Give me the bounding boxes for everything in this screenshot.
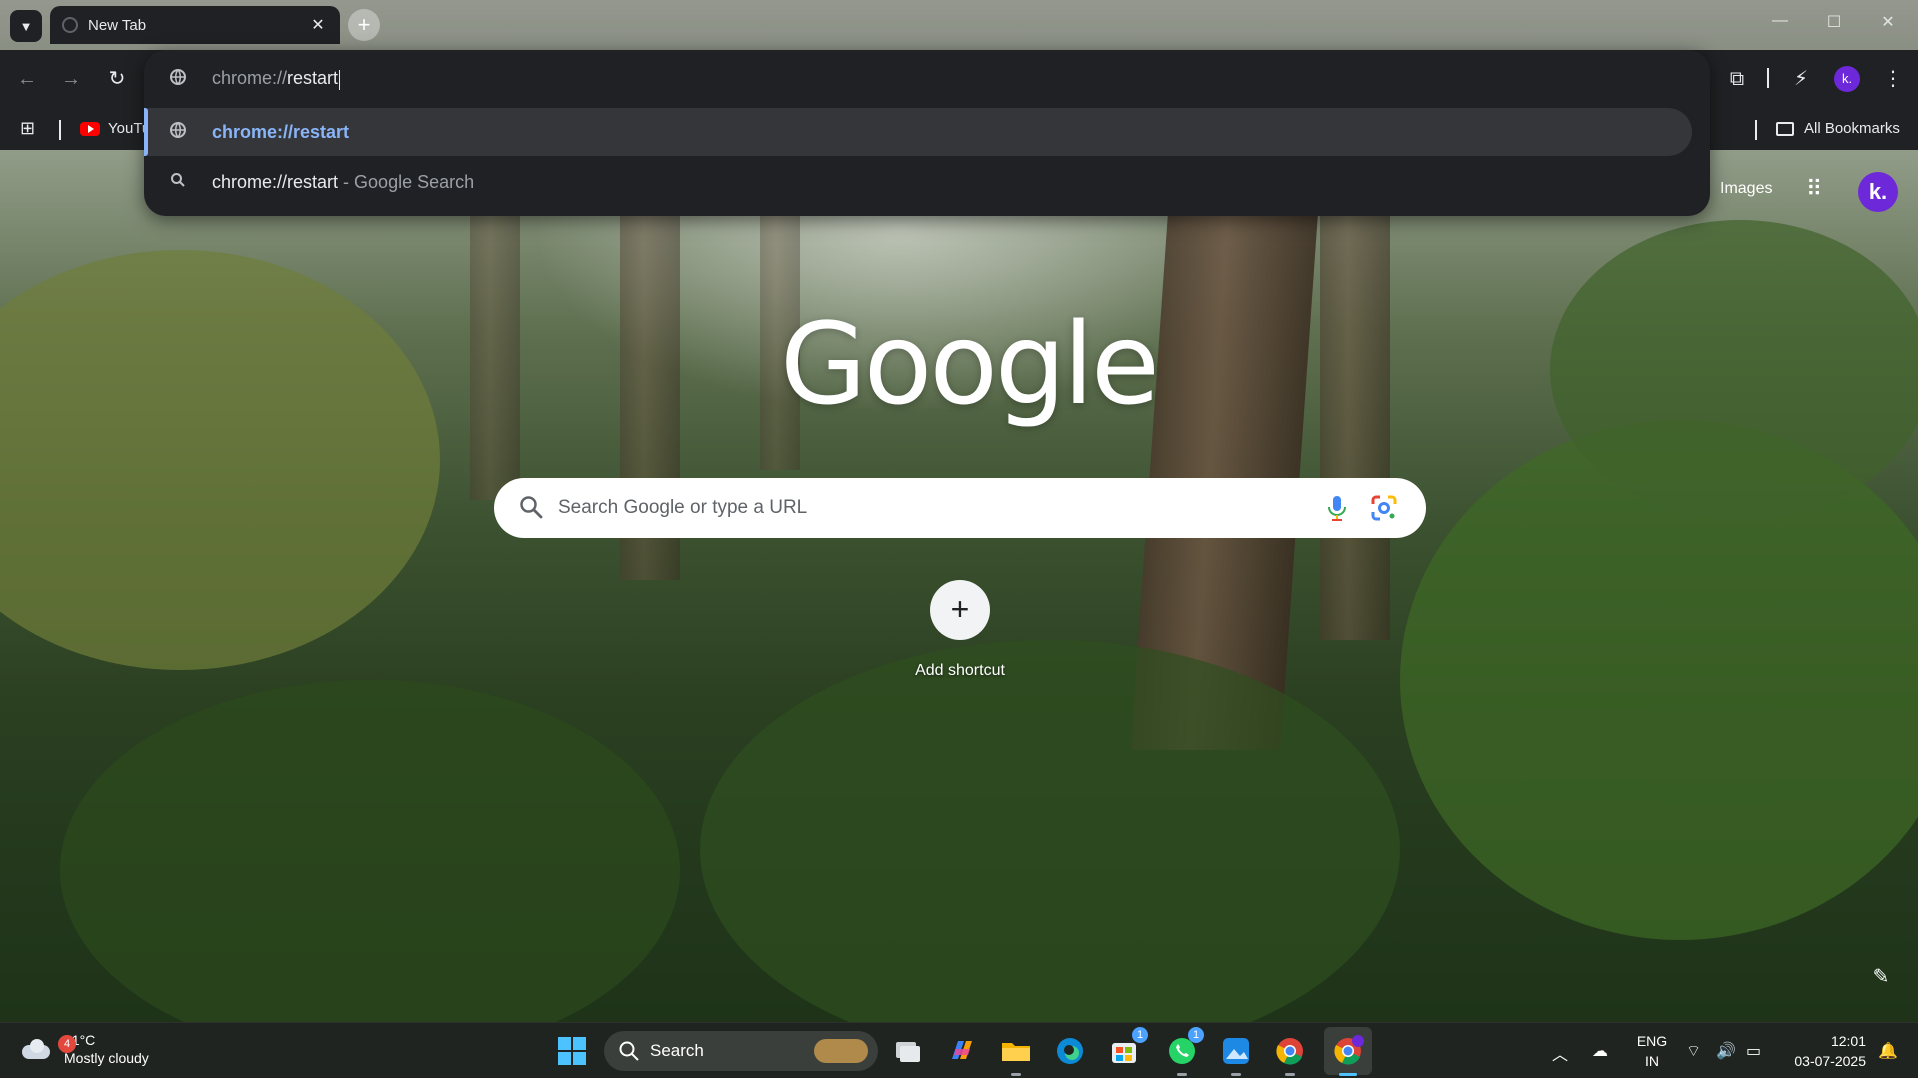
maximize-button[interactable]: ☐ (1822, 12, 1846, 32)
folder-icon (1776, 121, 1794, 136)
search-input[interactable] (558, 490, 1258, 526)
new-tab-button[interactable]: + (348, 9, 380, 41)
tab-favicon-icon (62, 17, 78, 33)
google-logo: Google (780, 300, 1160, 430)
all-bookmarks-button[interactable]: All Bookmarks (1776, 120, 1900, 137)
performance-icon[interactable]: ⚡ (1786, 64, 1816, 94)
language-indicator[interactable]: ENG IN (1634, 1031, 1670, 1071)
google-apps-icon[interactable]: ⠿ (1806, 176, 1822, 202)
suggestion-search[interactable]: chrome://restart - Google Search (144, 158, 1692, 206)
tab-title: New Tab (88, 16, 147, 34)
apps-grid-icon[interactable]: ⊞ (20, 118, 42, 140)
title-bar: ▼ New Tab ✕ + — ☐ ✕ (0, 0, 1918, 50)
bookmarks-divider-right (1755, 120, 1757, 140)
search-icon (166, 172, 190, 193)
text-caret (339, 69, 341, 90)
suggestion-url[interactable]: chrome://restart (144, 108, 1692, 156)
weather-badge: 4 (58, 1035, 76, 1053)
chrome-icon[interactable] (1272, 1033, 1308, 1069)
weather-condition: Mostly cloudy (64, 1050, 149, 1066)
suggestion-url-text: chrome://restart (212, 121, 350, 142)
edge-icon[interactable] (1052, 1033, 1088, 1069)
language-region: IN (1645, 1053, 1659, 1069)
bookmarks-divider (59, 120, 61, 140)
onedrive-icon[interactable]: ☁ (1592, 1041, 1608, 1061)
running-indicator (1231, 1073, 1241, 1076)
copilot-icon[interactable] (944, 1033, 980, 1069)
battery-icon[interactable]: ▭ (1746, 1041, 1761, 1061)
temperature: 31°C (64, 1032, 96, 1048)
omnibox-input[interactable]: chrome://restart (144, 50, 1710, 108)
notification-icon[interactable]: 🔔 (1878, 1041, 1898, 1061)
globe-icon (166, 68, 190, 91)
images-link[interactable]: Images (1720, 180, 1772, 198)
store-badge: 1 (1132, 1027, 1148, 1043)
running-indicator (1177, 1073, 1187, 1076)
chrome-profile-icon[interactable] (1330, 1033, 1366, 1069)
customize-pencil-icon[interactable]: ✎ (1866, 964, 1896, 994)
whatsapp-badge: 1 (1188, 1027, 1204, 1043)
file-explorer-icon[interactable] (998, 1033, 1034, 1069)
windows-taskbar: 4 31°C Mostly cloudy Search 1 1 ︿ ☁ ENG … (0, 1022, 1918, 1078)
show-hidden-icons[interactable]: ︿ (1552, 1041, 1568, 1065)
selection-indicator (144, 108, 148, 156)
google-lens-icon[interactable] (1370, 494, 1398, 522)
clock-time: 12:01 (1830, 1033, 1866, 1049)
taskbar-search[interactable]: Search (604, 1031, 878, 1071)
youtube-icon (80, 121, 100, 136)
profile-avatar[interactable]: k. (1858, 172, 1898, 212)
active-indicator (1339, 1073, 1357, 1076)
profile-avatar-small[interactable]: k. (1834, 66, 1860, 92)
all-bookmarks-label: All Bookmarks (1804, 120, 1900, 137)
add-shortcut-label[interactable]: Add shortcut (880, 662, 1040, 680)
task-view-icon[interactable] (890, 1033, 926, 1069)
tab-close-icon[interactable]: ✕ (308, 15, 328, 35)
omnibox-text-prefix: chrome:// (212, 68, 288, 89)
omnibox-text: chrome://restart (212, 68, 341, 90)
extensions-icon[interactable]: ⧉ (1722, 64, 1752, 94)
close-window-button[interactable]: ✕ (1876, 12, 1900, 32)
toolbar-divider (1767, 68, 1769, 88)
search-icon (520, 496, 543, 519)
language-code: ENG (1636, 1033, 1668, 1049)
search-highlight-icon (814, 1039, 868, 1063)
reload-icon[interactable]: ↻ (102, 64, 132, 94)
microphone-icon[interactable] (1326, 494, 1348, 522)
running-indicator (1285, 1073, 1295, 1076)
chevron-down-icon: ▼ (19, 18, 33, 34)
search-icon (619, 1041, 639, 1061)
omnibox-text-main: restart (287, 68, 339, 89)
search-box[interactable] (494, 478, 1426, 538)
back-arrow-icon[interactable]: ← (12, 64, 42, 94)
system-clock[interactable]: 12:01 03-07-2025 (1788, 1031, 1866, 1071)
volume-icon[interactable]: 🔊 (1716, 1041, 1736, 1061)
tab-search-button[interactable]: ▼ (10, 10, 42, 42)
wifi-icon[interactable]: ⌔ (1686, 1041, 1701, 1061)
tab-new-tab[interactable]: New Tab ✕ (50, 6, 340, 44)
globe-icon (166, 121, 190, 144)
add-shortcut-button[interactable]: + (930, 580, 990, 640)
suggestion-search-text: chrome://restart - Google Search (212, 171, 475, 192)
photos-icon[interactable] (1218, 1033, 1254, 1069)
taskbar-search-label: Search (650, 1041, 704, 1060)
chrome-menu-icon[interactable]: ⋮ (1878, 64, 1908, 94)
running-indicator (1011, 1073, 1021, 1076)
forward-arrow-icon[interactable]: → (56, 64, 86, 94)
minimize-button[interactable]: — (1768, 12, 1792, 30)
clock-date: 03-07-2025 (1794, 1053, 1866, 1069)
omnibox-dropdown: chrome://restart chrome://restart chrome… (144, 50, 1710, 216)
windows-start-icon[interactable] (554, 1033, 590, 1069)
cloud-icon (20, 1037, 52, 1061)
bookmark-youtube[interactable]: YouTu (80, 120, 150, 137)
weather-widget[interactable]: 4 31°C Mostly cloudy (20, 1031, 149, 1067)
